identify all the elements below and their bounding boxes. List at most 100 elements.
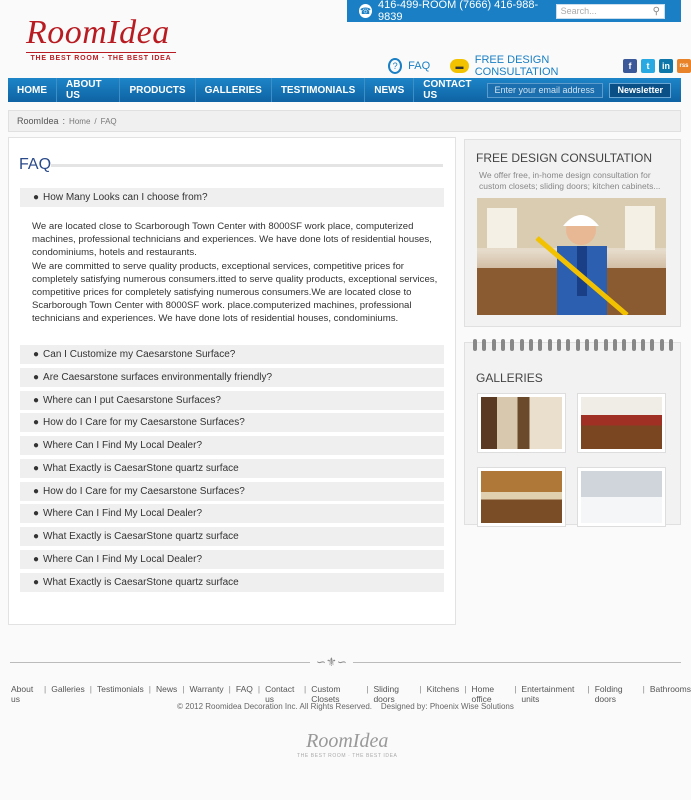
consultation-title[interactable]: FREE DESIGN CONSULTATION [476,151,680,165]
footer-logo-name: RoomIdea [306,730,389,752]
question-text: How do I Care for my Caesarstone Surface… [43,417,245,428]
question-text: How Many Looks can I choose from? [43,192,208,203]
question-text: What Exactly is CaesarStone quartz surfa… [43,577,239,588]
designer-illustration [477,198,666,315]
consultation-link[interactable]: FREE DESIGN CONSULTATION [475,54,611,78]
galleries-title[interactable]: GALLERIES [476,371,543,385]
ornament-icon: ∽⚜∽ [310,655,353,669]
faq-question[interactable]: ● What Exactly is CaesarStone quartz surf… [20,459,444,478]
bullet-icon: ● [33,554,40,565]
footer-link[interactable]: Custom Closets [311,684,361,704]
footer-link[interactable]: Warranty [189,684,223,704]
footer-link[interactable]: Galleries [51,684,85,704]
bullet-icon: ● [33,349,40,360]
site-logo[interactable]: RoomIdea THE BEST ROOM · THE BEST IDEA [26,16,176,62]
bullet-icon: ● [33,372,40,383]
bullet-icon: ● [33,531,40,542]
faq-question-open[interactable]: ● How Many Looks can I choose from? [20,188,444,207]
breadcrumb-home[interactable]: Home [69,117,90,126]
phone-numbers: 416-499-ROOM (7666) 416-988-9839 [378,0,539,23]
breadcrumb: RoomIdea : Home / FAQ [8,110,681,132]
twitter-icon[interactable]: t [641,59,655,73]
phone-icon: ☎ [359,4,372,18]
footer-link[interactable]: Bathrooms [650,684,691,704]
answer-text: We are located close to Scarborough Town… [32,221,438,325]
nav-testimonials[interactable]: TESTIMONIALS [272,78,366,102]
spiral-binding [473,339,673,351]
breadcrumb-slash: / [94,116,97,126]
search-placeholder: Search... [560,6,597,16]
question-text: Where can I put Caesarstone Surfaces? [43,395,221,406]
footer-link[interactable]: Entertainment units [521,684,582,704]
breadcrumb-current: FAQ [100,116,117,126]
footer-link[interactable]: Testimonials [97,684,144,704]
question-text: Where Can I Find My Local Dealer? [43,440,203,451]
faq-question[interactable]: ● How do I Care for my Caesarstone Surfac… [20,482,444,501]
logo-divider [26,52,176,53]
bullet-icon: ● [33,440,40,451]
bullet-icon: ● [33,417,40,428]
consultation-widget: FREE DESIGN CONSULTATION We offer free, … [464,139,681,327]
newsletter-email-input[interactable]: Enter your email address [487,82,604,98]
linkedin-icon[interactable]: in [659,59,673,73]
consultation-photo[interactable] [477,198,666,315]
footer-link[interactable]: Contact us [265,684,299,704]
faq-question[interactable]: ● Where Can I Find My Local Dealer? [20,504,444,523]
faq-question[interactable]: ● What Exactly is CaesarStone quartz surf… [20,527,444,546]
faq-link[interactable]: FAQ [408,60,430,72]
copyright: © 2012 Roomidea Decoration Inc. All Righ… [177,702,514,711]
question-text: Where Can I Find My Local Dealer? [43,508,203,519]
question-text: Where Can I Find My Local Dealer? [43,554,203,565]
page-title: FAQ [19,156,52,173]
gallery-thumb-bathroom[interactable] [577,467,666,527]
bullet-icon: ● [33,486,40,497]
footer-link[interactable]: About us [11,684,39,704]
nav-news[interactable]: NEWS [365,78,415,102]
footer-link[interactable]: News [156,684,177,704]
nav-home[interactable]: HOME [8,78,57,102]
question-text: What Exactly is CaesarStone quartz surfa… [43,531,239,542]
bullet-icon: ● [33,463,40,474]
galleries-widget: GALLERIES [464,339,681,527]
footer-link[interactable]: FAQ [236,684,253,704]
question-text: Can I Customize my Caesarstone Surface? [43,349,236,360]
question-text: What Exactly is CaesarStone quartz surfa… [43,463,239,474]
logo-tagline: THE BEST ROOM · THE BEST IDEA [30,55,172,62]
gallery-thumb-floor[interactable] [577,393,666,453]
faq-question[interactable]: ● Where Can I Find My Local Dealer? [20,550,444,569]
footer-link[interactable]: Kitchens [427,684,460,704]
bullet-icon: ● [33,577,40,588]
newsletter-form: Enter your email address Newsletter [487,82,671,98]
faq-question[interactable]: ● Where can I put Caesarstone Surfaces? [20,391,444,410]
bullet-icon: ● [33,395,40,406]
gallery-thumb-closet[interactable] [477,393,566,453]
rss-icon[interactable]: rss [677,59,691,73]
search-icon[interactable]: ⚲ [653,6,660,17]
breadcrumb-separator: : [62,116,66,126]
search-input[interactable]: Search... ⚲ [555,3,665,19]
gallery-thumb-kitchen[interactable] [477,467,566,527]
faq-question[interactable]: ● Can I Customize my Caesarstone Surface? [20,345,444,364]
tape-measure-icon: ▬ [450,59,469,73]
footer-logo[interactable]: RoomIdea THE BEST ROOM · THE BEST IDEA [297,730,397,759]
nav-products[interactable]: PRODUCTS [120,78,196,102]
footer-links: About us | Galleries | Testimonials | News |… [11,684,691,704]
footer-link[interactable]: Home office [471,684,509,704]
consultation-text: We offer free, in-home design consultati… [479,170,661,191]
footer-logo-tagline: THE BEST ROOM · THE BEST IDEA [297,753,398,759]
faq-question[interactable]: ● How do I Care for my Caesarstone Surfac… [20,413,444,432]
faq-question[interactable]: ● What Exactly is CaesarStone quartz surf… [20,573,444,592]
facebook-icon[interactable]: f [623,59,637,73]
main-nav: HOME ABOUT US PRODUCTS GALLERIES TESTIMO… [8,78,681,102]
newsletter-button[interactable]: Newsletter [609,82,671,98]
logo-name: RoomIdea [26,14,170,51]
nav-contact-us[interactable]: CONTACT US [414,78,487,102]
faq-question[interactable]: ● Where Can I Find My Local Dealer? [20,436,444,455]
footer-link[interactable]: Sliding doors [373,684,414,704]
faq-question[interactable]: ● Are Caesarstone surfaces environmentall… [20,368,444,387]
nav-galleries[interactable]: GALLERIES [196,78,272,102]
faq-answer: We are located close to Scarborough Town… [32,220,442,326]
footer-link[interactable]: Folding doors [595,684,638,704]
nav-about-us[interactable]: ABOUT US [57,78,121,102]
top-contact-bar: ☎ 416-499-ROOM (7666) 416-988-9839 Searc… [347,0,681,23]
